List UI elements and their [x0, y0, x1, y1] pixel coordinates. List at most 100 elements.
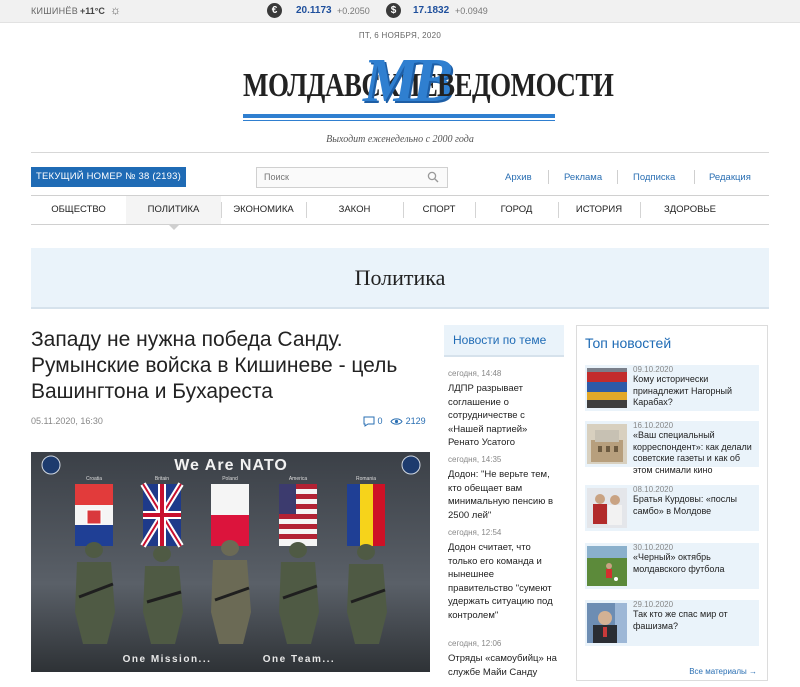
- top-news-date: 30.10.2020: [633, 543, 674, 552]
- section-header: Политика: [31, 248, 769, 309]
- image-banner-text: We Are NATO: [174, 457, 288, 474]
- thumb-image[interactable]: [587, 488, 627, 528]
- article-date: 05.11.2020, 16:30: [31, 416, 103, 426]
- top-news-headline[interactable]: Кому исторически принадлежит Нагорный Ка…: [633, 374, 761, 409]
- link-editorial[interactable]: Редакция: [709, 172, 751, 183]
- nato-soldiers-image: We Are NATO Croatia Britain Poland Ameri…: [31, 452, 430, 672]
- flag-label-croatia: Croatia: [86, 476, 102, 482]
- flag-label-america: America: [289, 476, 308, 482]
- related-item[interactable]: сегодня, 12:54 Додон считает, что только…: [448, 528, 560, 622]
- flag-label-poland: Poland: [222, 476, 238, 482]
- related-item[interactable]: сегодня, 14:35 Додон: "Не верьте тем, кт…: [448, 455, 560, 522]
- top-news-headline[interactable]: Братья Курдовы: «послы самбо» в Молдове: [633, 494, 761, 517]
- related-item[interactable]: сегодня, 12:06 Отряды «самоубийц» на слу…: [448, 639, 560, 679]
- nav-item-economy[interactable]: ЭКОНОМИКА: [221, 196, 306, 224]
- all-materials-link[interactable]: Все материалы →: [689, 667, 757, 676]
- related-headline[interactable]: Отряды «самоубийц» на службе Майи Санду: [448, 652, 560, 679]
- sun-icon: ☼: [110, 3, 121, 17]
- flag-britain: Britain: [140, 476, 184, 548]
- link-divider: [548, 170, 549, 184]
- link-divider: [694, 170, 695, 184]
- flag-label-romania: Romania: [356, 476, 376, 482]
- flag-romania: Romania: [347, 476, 385, 546]
- logo-underline-thin: [243, 120, 555, 121]
- temperature: +11°C: [80, 6, 105, 16]
- thumb-image[interactable]: [587, 546, 627, 586]
- flag-croatia: Croatia: [75, 476, 113, 546]
- header-divider: [31, 152, 769, 153]
- city-name: КИШИНЁВ: [31, 6, 79, 16]
- thumb-image[interactable]: [587, 603, 627, 643]
- flag-poland: Poland: [211, 476, 249, 546]
- article-title[interactable]: Западу не нужна победа Санду. Румынские …: [31, 327, 411, 405]
- related-headline[interactable]: ЛДПР разрывает соглашение о сотрудничест…: [448, 382, 560, 450]
- related-headline[interactable]: Додон: "Не верьте тем, кто обещает вам м…: [448, 468, 560, 522]
- euro-rate: 20.1173: [296, 5, 332, 16]
- flag-america: America: [279, 476, 317, 546]
- top-news-item[interactable]: 16.10.2020 «Ваш специальный корреспонден…: [585, 421, 759, 475]
- main-nav: ОБЩЕСТВО ПОЛИТИКА ЭКОНОМИКА ЗАКОН СПОРТ …: [31, 195, 769, 230]
- thumb-image[interactable]: [587, 368, 627, 408]
- logo-underline: [243, 114, 555, 118]
- top-info-bar: КИШИНЁВ +11°C ☼ € 20.1173 +0.2050 $ 17.1…: [0, 0, 800, 23]
- logo-mv: MB: [363, 47, 454, 115]
- thumb-image[interactable]: [587, 424, 627, 464]
- related-item[interactable]: сегодня, 14:48 ЛДПР разрывает соглашение…: [448, 369, 560, 450]
- flag-label-britain: Britain: [155, 476, 169, 482]
- euro-change: +0.2050: [337, 6, 370, 16]
- site-logo[interactable]: МОЛДАВСКИЕ MB ВЕДОМОСТИ: [243, 47, 614, 126]
- nato-emblem-icon: [401, 455, 421, 475]
- image-footer-left: One Mission...: [123, 654, 212, 665]
- link-ads[interactable]: Реклама: [564, 172, 602, 183]
- link-subscribe[interactable]: Подписка: [633, 172, 675, 183]
- search-input[interactable]: [264, 172, 424, 182]
- link-archive[interactable]: Архив: [505, 172, 532, 183]
- view-count: 2129: [405, 416, 426, 426]
- top-news-item[interactable]: 29.10.2020 Так кто же спас мир от фашизм…: [585, 600, 759, 646]
- top-news-headline[interactable]: Так кто же спас мир от фашизма?: [633, 609, 761, 632]
- top-news-item[interactable]: 08.10.2020 Братья Курдовы: «послы самбо»…: [585, 485, 759, 531]
- article-image[interactable]: We Are NATO Croatia Britain Poland Ameri…: [31, 452, 430, 672]
- current-issue-button[interactable]: ТЕКУЩИЙ НОМЕР № 38 (2193): [31, 167, 186, 187]
- top-news-widget: Топ новостей 09.10.2020 Кому исторически…: [576, 325, 768, 681]
- related-time: сегодня, 12:54: [448, 528, 502, 537]
- image-footer-right: One Team...: [263, 654, 335, 665]
- section-title: Политика: [354, 265, 446, 290]
- related-news-title: Новости по теме: [444, 325, 564, 357]
- euro-icon: €: [267, 3, 282, 18]
- top-news-title: Топ новостей: [585, 335, 672, 351]
- related-time: сегодня, 12:06: [448, 639, 502, 648]
- nav-item-law[interactable]: ЗАКОН: [306, 196, 403, 224]
- related-time: сегодня, 14:48: [448, 369, 502, 378]
- eye-icon: [390, 418, 403, 425]
- search-icon[interactable]: [427, 171, 439, 183]
- top-news-headline[interactable]: «Черный» октябрь молдавского футбола: [633, 552, 761, 575]
- dollar-change: +0.0949: [455, 6, 488, 16]
- nav-item-history[interactable]: ИСТОРИЯ: [558, 196, 640, 224]
- related-time: сегодня, 14:35: [448, 455, 502, 464]
- nav-item-politics[interactable]: ПОЛИТИКА: [126, 196, 221, 230]
- dollar-rate: 17.1832: [413, 5, 450, 16]
- top-news-item[interactable]: 09.10.2020 Кому исторически принадлежит …: [585, 365, 759, 411]
- top-news-item[interactable]: 30.10.2020 «Черный» октябрь молдавского …: [585, 543, 759, 589]
- comment-icon[interactable]: [363, 416, 375, 428]
- comment-count[interactable]: 0: [378, 416, 383, 426]
- top-news-date: 16.10.2020: [633, 421, 674, 430]
- related-headline[interactable]: Додон считает, что только его команда и …: [448, 541, 560, 622]
- nato-emblem-icon: [41, 455, 61, 475]
- nav-item-society[interactable]: ОБЩЕСТВО: [31, 196, 126, 224]
- related-news: Новости по теме сегодня, 14:48 ЛДПР разр…: [444, 325, 564, 678]
- nav-item-city[interactable]: ГОРОД: [475, 196, 558, 224]
- site-tagline: Выходит еженедельно с 2000 года: [326, 134, 474, 145]
- nav-item-sport[interactable]: СПОРТ: [403, 196, 475, 224]
- top-news-date: 08.10.2020: [633, 485, 674, 494]
- nav-item-health[interactable]: ЗДОРОВЬЕ: [640, 196, 740, 224]
- current-date: ПТ, 6 НОЯБРЯ, 2020: [358, 31, 442, 40]
- dollar-icon: $: [386, 3, 401, 18]
- top-news-date: 09.10.2020: [633, 365, 674, 374]
- section-underline: [31, 307, 769, 309]
- article-stats: 0 2129: [363, 416, 426, 428]
- search-box[interactable]: [256, 167, 448, 188]
- top-news-headline[interactable]: «Ваш специальный корреспондент»: как дел…: [633, 430, 761, 476]
- top-news-date: 29.10.2020: [633, 600, 674, 609]
